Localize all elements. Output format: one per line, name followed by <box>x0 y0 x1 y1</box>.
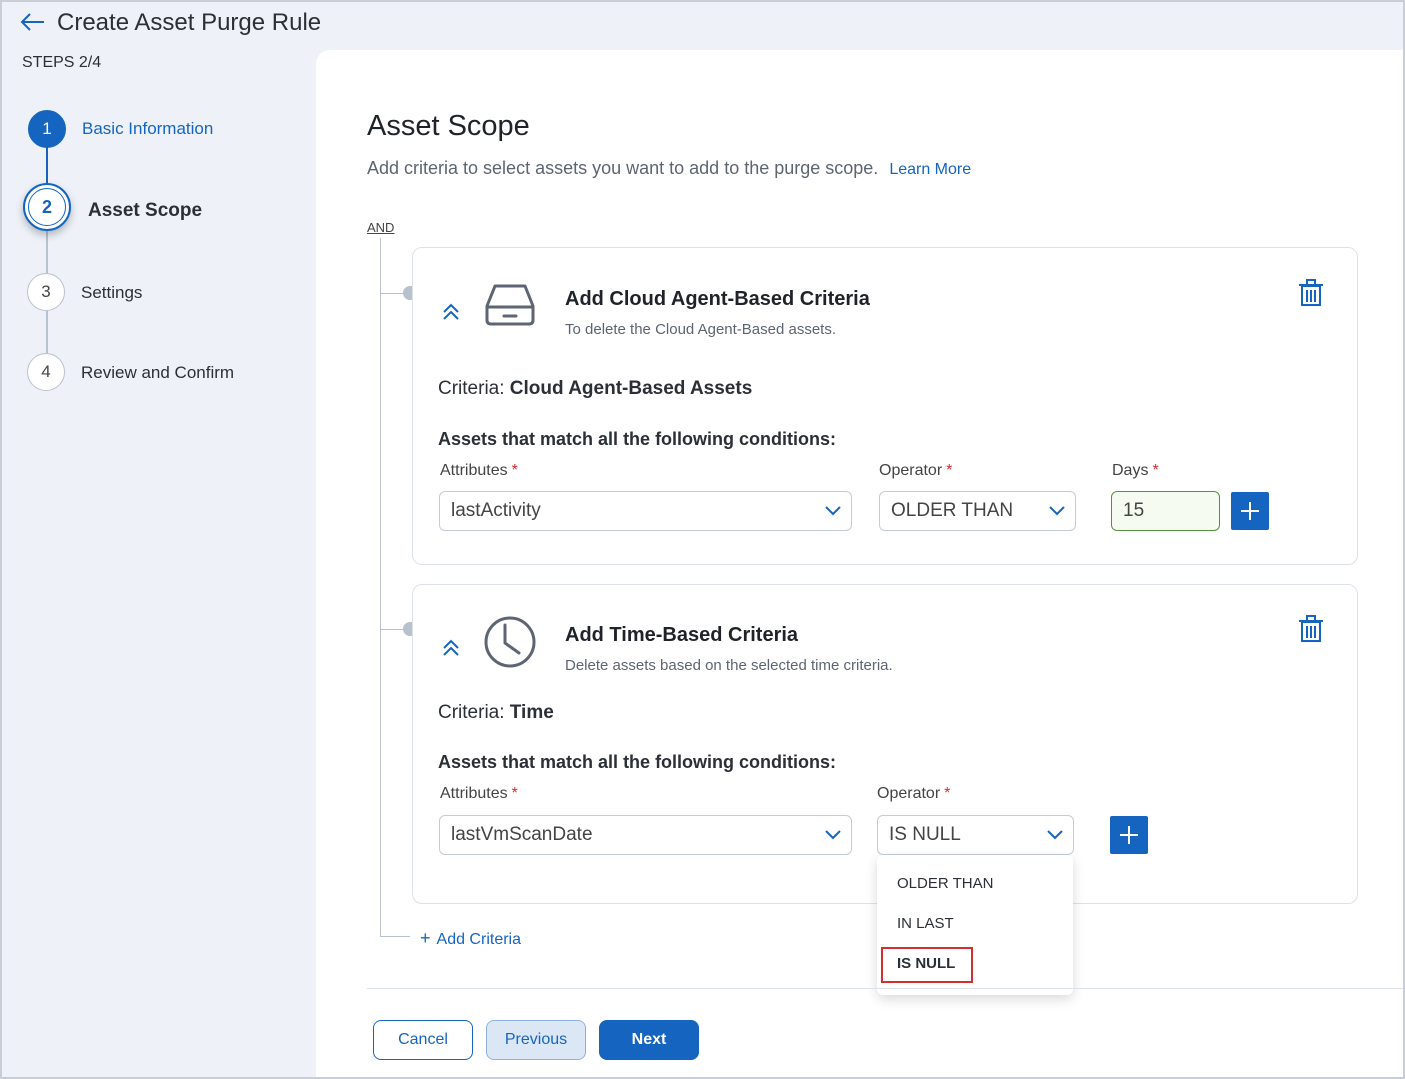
hard-drive-icon <box>485 284 535 326</box>
step-2-label[interactable]: Asset Scope <box>88 200 202 222</box>
chevron-down-icon <box>1049 506 1065 516</box>
step-1-label[interactable]: Basic Information <box>82 119 213 139</box>
attributes-label: Attributes * <box>440 462 518 479</box>
cloud-agent-criteria-card: Add Cloud Agent-Based Criteria To delete… <box>412 247 1358 565</box>
attributes-select[interactable]: lastVmScanDate <box>439 815 852 855</box>
operator-label: Operator * <box>877 785 951 802</box>
chevron-down-icon <box>1047 830 1063 840</box>
days-label: Days * <box>1112 462 1159 479</box>
step-3-label[interactable]: Settings <box>81 283 142 303</box>
section-description: Add criteria to select assets you want t… <box>367 158 972 178</box>
card-title: Add Cloud Agent-Based Criteria <box>565 288 870 310</box>
logic-operator-label: AND <box>367 220 395 235</box>
step-3-circle[interactable]: 3 <box>27 273 65 311</box>
attributes-select[interactable]: lastActivity <box>439 491 852 531</box>
next-button[interactable]: Next <box>599 1020 699 1060</box>
operator-dropdown-menu: OLDER THAN IN LAST IS NULL <box>877 855 1073 995</box>
operator-select[interactable]: OLDER THAN <box>879 491 1076 531</box>
header: Create Asset Purge Rule <box>0 0 1405 50</box>
main-panel: Asset Scope Add criteria to select asset… <box>316 50 1403 1077</box>
plus-icon: + <box>420 928 431 948</box>
section-title: Asset Scope <box>367 110 530 142</box>
card-subtitle: To delete the Cloud Agent-Based assets. <box>565 321 837 338</box>
plus-icon <box>1120 826 1138 844</box>
operator-label: Operator * <box>879 462 953 479</box>
add-condition-button[interactable] <box>1231 492 1269 530</box>
conditions-title: Assets that match all the following cond… <box>438 752 837 772</box>
card-title: Add Time-Based Criteria <box>565 624 799 646</box>
card-subtitle: Delete assets based on the selected time… <box>565 657 893 674</box>
operator-select[interactable]: IS NULL <box>877 815 1074 855</box>
footer-divider <box>367 988 1403 989</box>
days-input[interactable]: 15 <box>1111 491 1220 531</box>
criteria-line: Criteria: Cloud Agent-Based Assets <box>438 378 753 399</box>
back-arrow-icon[interactable] <box>20 10 46 34</box>
step-connector <box>46 311 48 355</box>
step-4-circle[interactable]: 4 <box>27 353 65 391</box>
trash-icon[interactable] <box>1299 615 1323 643</box>
page-title: Create Asset Purge Rule <box>57 9 322 36</box>
clock-icon <box>484 616 536 668</box>
collapse-icon[interactable] <box>439 638 463 658</box>
dropdown-option-is-null[interactable]: IS NULL <box>897 955 955 972</box>
conditions-title: Assets that match all the following cond… <box>438 429 837 449</box>
plus-icon <box>1241 502 1259 520</box>
criteria-line: Criteria: Time <box>438 702 554 723</box>
chevron-down-icon <box>825 830 841 840</box>
chevron-down-icon <box>825 506 841 516</box>
add-criteria-link[interactable]: + Add Criteria <box>420 928 521 949</box>
learn-more-link[interactable]: Learn More <box>889 161 971 178</box>
add-condition-button[interactable] <box>1110 816 1148 854</box>
previous-button[interactable]: Previous <box>486 1020 586 1060</box>
step-4-label[interactable]: Review and Confirm <box>81 363 234 383</box>
step-1-circle[interactable]: 1 <box>28 110 66 148</box>
collapse-icon[interactable] <box>439 302 463 322</box>
steps-counter: STEPS 2/4 <box>22 54 102 71</box>
trash-icon[interactable] <box>1299 279 1323 307</box>
cancel-button[interactable]: Cancel <box>373 1020 473 1060</box>
tree-connector <box>380 238 381 936</box>
step-2-circle[interactable]: 2 <box>23 183 71 231</box>
dropdown-option-in-last[interactable]: IN LAST <box>897 915 954 932</box>
step-connector <box>46 230 48 274</box>
dropdown-option-older-than[interactable]: OLDER THAN <box>897 875 993 892</box>
attributes-label: Attributes * <box>440 785 518 802</box>
tree-branch <box>380 936 410 937</box>
